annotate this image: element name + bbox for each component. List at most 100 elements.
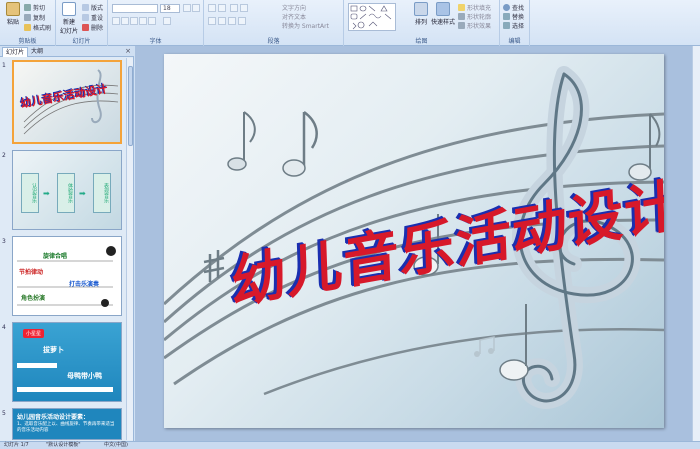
drawing-group-label: 绘图 (415, 38, 428, 45)
slides-group-label: 幻灯片 (72, 38, 91, 45)
thumb4-staff-1 (17, 363, 57, 368)
thumb5-body: 1、选取音乐配上以、曲线旋律、节奏再带来适当的音乐活动内容 (17, 422, 115, 433)
format-painter-button[interactable]: 格式刷 (24, 23, 51, 32)
grow-font-button[interactable] (183, 4, 191, 12)
close-icon[interactable]: × (125, 47, 131, 55)
thumb4-label-1: 拔萝卜 (43, 346, 64, 354)
find-button[interactable]: 查找 (503, 3, 524, 12)
text-direction-button[interactable]: 文字方向 (282, 3, 306, 12)
thumb2-box-3: 表现音乐 (93, 173, 111, 213)
stage-scrollbar[interactable] (692, 46, 700, 441)
font-group: 18 字体 (108, 0, 204, 46)
decrease-indent-button[interactable] (230, 4, 238, 12)
thumbnail-2[interactable]: 认识音乐 体验音乐 表现音乐 ➡ ➡ (12, 150, 122, 230)
thumb5-heading: 幼儿园音乐活动设计要素： (17, 414, 90, 421)
font-size-box[interactable]: 18 (160, 4, 180, 13)
layout-icon (82, 4, 89, 11)
justify-button[interactable] (238, 17, 246, 25)
slides-group: 新建 幻灯片 版式 重设 删除 幻灯片 (56, 0, 108, 46)
thumbnail-1[interactable]: 幼儿音乐活动设计 (12, 60, 122, 144)
effects-icon (458, 22, 465, 29)
align-left-button[interactable] (208, 17, 216, 25)
replace-button[interactable]: 替换 (503, 12, 524, 21)
outline-icon (458, 13, 465, 20)
bullets-button[interactable] (208, 4, 216, 12)
thumb2-box-2: 体验音乐 (57, 173, 75, 213)
quick-styles-button[interactable]: 快速样式 (430, 2, 456, 26)
numbering-button[interactable] (218, 4, 226, 12)
increase-indent-button[interactable] (240, 4, 248, 12)
arrange-icon (414, 2, 428, 16)
align-text-button[interactable]: 对齐文本 (282, 12, 306, 21)
shrink-font-button[interactable] (192, 4, 200, 12)
ribbon: 粘贴 剪切 复制 格式刷 剪贴板 新建 幻灯片 版式 重设 删除 幻灯片 18 … (0, 0, 700, 46)
editing-group: 查找 替换 选择 编辑 (500, 0, 530, 46)
arrow-right-icon: ➡ (79, 189, 86, 198)
thumb4-staff-2 (17, 387, 113, 392)
align-center-button[interactable] (218, 17, 226, 25)
thumbnail-5[interactable]: 幼儿园音乐活动设计要素： 1、选取音乐配上以、曲线旋律、节奏再带来适当的音乐活动… (12, 408, 122, 440)
font-name-box[interactable] (112, 4, 158, 13)
cut-button[interactable]: 剪切 (24, 3, 45, 12)
replace-icon (503, 13, 510, 20)
panel-tabs: 幻灯片 大纲 × (0, 46, 134, 57)
current-slide[interactable]: 幼儿音乐活动设计 (164, 54, 664, 428)
smartart-button[interactable]: 转换为 SmartArt (282, 21, 329, 30)
brush-icon (24, 24, 31, 31)
quick-styles-icon (436, 2, 450, 16)
slides-panel: 幻灯片 大纲 × 1 幼儿音乐活动设计 2 认识音乐 体验音乐 表现音乐 ➡ ➡… (0, 46, 134, 441)
arrow-right-icon: ➡ (43, 189, 50, 198)
paragraph-group-label: 段落 (267, 38, 280, 45)
select-button[interactable]: 选择 (503, 21, 524, 30)
reset-button[interactable]: 重设 (82, 13, 103, 22)
thumbnail-number: 1 (2, 62, 6, 69)
underline-button[interactable] (130, 17, 138, 25)
shapes-gallery[interactable] (348, 3, 396, 31)
shapes-gallery-icon (350, 5, 392, 30)
thumbnail-number: 4 (2, 324, 6, 331)
bold-button[interactable] (112, 17, 120, 25)
delete-button[interactable]: 删除 (82, 23, 103, 32)
align-right-button[interactable] (228, 17, 236, 25)
italic-button[interactable] (121, 17, 129, 25)
delete-icon (82, 24, 89, 31)
slide-counter: 幻灯片 1/7 (4, 442, 29, 448)
thumb4-label-2: 母鸭带小鸭 (67, 372, 102, 380)
fill-icon (458, 4, 465, 11)
new-slide-icon (62, 2, 76, 16)
arrange-button[interactable]: 排列 (410, 2, 432, 26)
thumbnail-number: 2 (2, 152, 6, 159)
music-notes-thumb-icon (17, 246, 116, 307)
shape-outline-button[interactable]: 形状轮廓 (458, 12, 491, 21)
copy-button[interactable]: 复制 (24, 13, 45, 22)
panel-scroll-thumb[interactable] (128, 66, 133, 146)
select-icon (503, 22, 510, 29)
font-group-label: 字体 (149, 38, 162, 45)
paragraph-group: 文字方向 对齐文本 转换为 SmartArt 段落 (204, 0, 344, 46)
thumbnail-4[interactable]: 小星星 拔萝卜 母鸭带小鸭 (12, 322, 122, 402)
new-slide-button[interactable]: 新建 幻灯片 (58, 2, 80, 35)
clipboard-group-label: 剪贴板 (18, 38, 37, 45)
thumbnail-3[interactable]: 旋律合唱 节拍律动 打击乐演奏 角色扮演 (12, 236, 122, 316)
scissors-icon (24, 4, 31, 11)
thumbnail-number: 5 (2, 410, 6, 417)
panel-scrollbar[interactable] (126, 58, 133, 440)
thumbnail-number: 3 (2, 238, 6, 245)
font-color-button[interactable] (163, 17, 171, 25)
theme-name: "默认设计模板" (46, 442, 81, 448)
drawing-group: 排列 快速样式 形状填充 形状轮廓 形状效果 绘图 (344, 0, 500, 46)
tab-slides[interactable]: 幻灯片 (2, 47, 29, 57)
thumb2-box-1: 认识音乐 (21, 173, 39, 213)
slide-editing-area: 幼儿音乐活动设计 (135, 46, 700, 441)
shape-fill-button[interactable]: 形状填充 (458, 3, 491, 12)
find-icon (503, 4, 510, 11)
clipboard-group: 粘贴 剪切 复制 格式刷 剪贴板 (0, 0, 56, 46)
paste-icon (6, 2, 20, 16)
shadow-button[interactable] (148, 17, 156, 25)
strike-button[interactable] (139, 17, 147, 25)
shape-effects-button[interactable]: 形状效果 (458, 21, 491, 30)
layout-button[interactable]: 版式 (82, 3, 103, 12)
paste-button[interactable]: 粘贴 (2, 2, 24, 26)
copy-icon (24, 14, 31, 21)
tab-outline[interactable]: 大纲 (28, 47, 46, 57)
